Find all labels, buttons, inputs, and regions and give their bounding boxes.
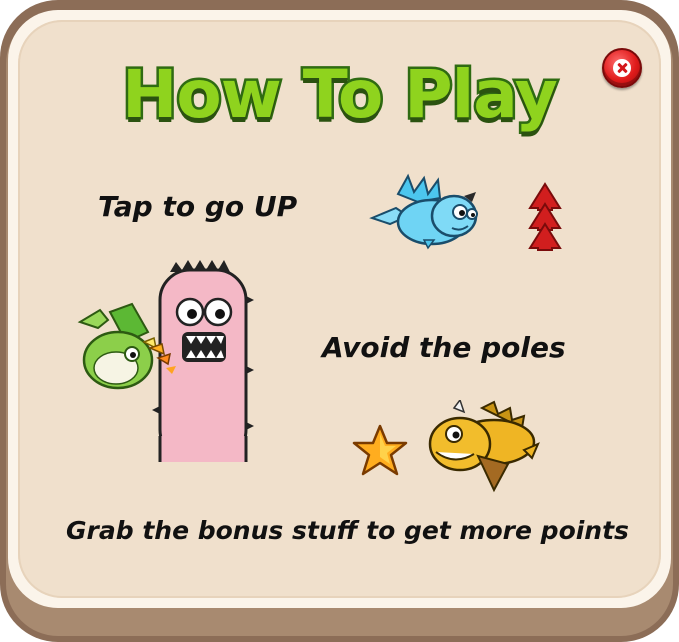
blue-dragon-icon	[368, 172, 493, 252]
page-title: How To Play	[120, 54, 561, 136]
up-arrows-icon	[528, 182, 562, 254]
close-button[interactable]	[602, 48, 642, 88]
instruction-tap: Tap to go UP	[98, 190, 298, 223]
instruction-avoid: Avoid the poles	[322, 331, 566, 364]
close-icon	[613, 59, 631, 77]
yellow-dragon-icon	[424, 400, 540, 498]
instruction-grab: Grab the bonus stuff to get more points	[66, 516, 629, 545]
star-icon	[352, 424, 408, 476]
green-dragon-icon	[70, 302, 182, 394]
